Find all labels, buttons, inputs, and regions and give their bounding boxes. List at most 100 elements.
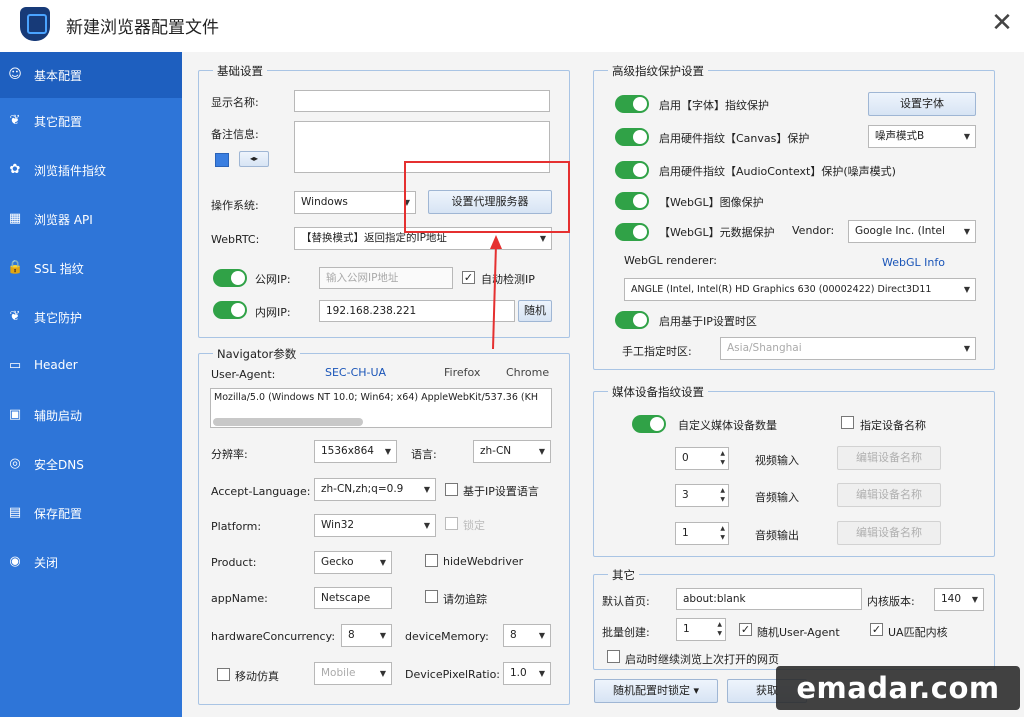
appname-label: appName: (211, 592, 268, 605)
ua-match-checkbox[interactable]: ✓ (870, 623, 883, 636)
user-icon: ☺ (8, 67, 22, 82)
puzzle-icon: ✿ (9, 162, 21, 177)
platform-select[interactable]: Win32 (314, 514, 436, 537)
font-protection-toggle[interactable] (615, 95, 649, 113)
edit-audio-in-name-button[interactable]: 编辑设备名称 (837, 483, 941, 507)
manual-timezone-select[interactable]: Asia/Shanghai (720, 337, 976, 360)
continue-browsing-checkbox[interactable] (607, 650, 620, 663)
platform-checkbox[interactable] (445, 517, 458, 530)
group-title: Navigator参数 (213, 346, 301, 362)
sidebar-item-label: SSL 指纹 (34, 262, 84, 276)
audio-input-label: 音频输入 (755, 491, 799, 504)
webgl-info-link[interactable]: WebGL Info (882, 256, 945, 269)
batch-stepper[interactable]: 1 (676, 618, 726, 641)
shield-icon: ❦ (9, 113, 21, 128)
set-font-button[interactable]: 设置字体 (868, 92, 976, 116)
product-label: Product: (211, 556, 257, 569)
public-ip-input[interactable]: 输入公网IP地址 (319, 267, 453, 289)
lan-ip-input[interactable]: 192.168.238.221 (319, 300, 515, 322)
mobile-emulation-checkbox[interactable] (217, 668, 230, 681)
ip-timezone-toggle[interactable] (615, 311, 649, 329)
sidebar-item-close[interactable]: ◉ 关闭 (0, 539, 182, 585)
chrome-link[interactable]: Chrome (506, 366, 549, 379)
media-group: 媒体设备指纹设置 自定义媒体设备数量 指定设备名称 0 视频输入 编辑设备名称 … (593, 384, 995, 557)
resolution-select[interactable]: 1536x864 (314, 440, 397, 463)
language-select[interactable]: zh-CN (473, 440, 551, 463)
hide-webdriver-checkbox[interactable] (425, 554, 438, 567)
custom-media-toggle[interactable] (632, 415, 666, 433)
ua-match-label: UA匹配内核 (888, 626, 948, 639)
ua-scrollbar[interactable] (213, 418, 363, 426)
accept-language-label: Accept-Language: (211, 485, 311, 498)
canvas-mode-select[interactable]: 噪声模式B (868, 125, 976, 148)
video-input-stepper[interactable]: 0 (675, 447, 729, 470)
accept-language-select[interactable]: zh-CN,zh;q=0.9 (314, 478, 436, 501)
random-ua-checkbox[interactable]: ✓ (739, 623, 752, 636)
homepage-label: 默认首页: (602, 595, 650, 608)
homepage-input[interactable]: about:blank (676, 588, 862, 610)
audio-protection-toggle[interactable] (615, 161, 649, 179)
device-memory-select[interactable]: 8 (503, 624, 551, 647)
dpr-select[interactable]: 1.0 (503, 662, 551, 685)
home-icon[interactable] (215, 153, 229, 167)
audio-output-stepper[interactable]: 1 (675, 522, 729, 545)
kernel-select[interactable]: 140 (934, 588, 984, 611)
sidebar-item-other-config[interactable]: ❦ 其它配置 (0, 98, 182, 144)
sidebar-item-ssl[interactable]: 🔒 SSL 指纹 (0, 245, 182, 291)
header-icon: ▭ (8, 358, 22, 373)
renderer-label: WebGL renderer: (624, 254, 717, 267)
random-lock-label: 随机配置时锁定 (612, 684, 690, 697)
os-select[interactable]: Windows (294, 191, 416, 214)
audio-input-stepper[interactable]: 3 (675, 484, 729, 507)
arrow-buttons[interactable]: ◂▸ (239, 151, 269, 167)
auto-detect-ip-label: 自动检测IP (481, 273, 535, 286)
vendor-label: Vendor: (792, 224, 835, 237)
specify-name-checkbox[interactable] (841, 416, 854, 429)
webgl-meta-toggle[interactable] (615, 223, 649, 241)
hide-webdriver-label: hideWebdriver (443, 555, 524, 568)
webgl-meta-label: 【WebGL】元数据保护 (659, 226, 775, 239)
lan-ip-toggle[interactable] (213, 301, 247, 319)
sidebar-item-plugin-fingerprint[interactable]: ✿ 浏览插件指纹 (0, 147, 182, 193)
sidebar-item-browser-api[interactable]: ▦ 浏览器 API (0, 196, 182, 242)
group-title: 其它 (608, 567, 639, 583)
audio-output-label: 音频输出 (755, 529, 799, 542)
public-ip-toggle[interactable] (213, 269, 247, 287)
dnt-checkbox[interactable] (425, 590, 438, 603)
sidebar-item-other-protection[interactable]: ❦ 其它防护 (0, 294, 182, 340)
edit-audio-out-name-button[interactable]: 编辑设备名称 (837, 521, 941, 545)
edit-video-name-button[interactable]: 编辑设备名称 (837, 446, 941, 470)
sidebar-item-label: 浏览插件指纹 (34, 164, 107, 178)
firefox-link[interactable]: Firefox (444, 366, 480, 379)
hw-concurrency-select[interactable]: 8 (341, 624, 392, 647)
canvas-protection-toggle[interactable] (615, 128, 649, 146)
close-icon[interactable]: ✕ (988, 8, 1016, 38)
mobile-emulation-label: 移动仿真 (235, 670, 279, 683)
appname-input[interactable]: Netscape (314, 587, 392, 609)
api-icon: ▦ (8, 211, 22, 226)
sidebar-item-launch-assist[interactable]: ▣ 辅助启动 (0, 392, 182, 438)
ip-language-checkbox[interactable] (445, 483, 458, 496)
webgl-image-toggle[interactable] (615, 192, 649, 210)
sec-ch-ua-link[interactable]: SEC-CH-UA (325, 366, 386, 379)
device-memory-label: deviceMemory: (405, 630, 489, 643)
sidebar-item-secure-dns[interactable]: ◎ 安全DNS (0, 441, 182, 487)
save-icon: ▤ (8, 505, 22, 520)
window-title: 新建浏览器配置文件 (66, 18, 219, 38)
auto-detect-ip-checkbox[interactable]: ✓ (462, 271, 475, 284)
group-title: 基础设置 (213, 63, 267, 79)
hw-concurrency-label: hardwareConcurrency: (211, 630, 336, 643)
sidebar-item-basic[interactable]: ☺ 基本配置 (0, 52, 182, 98)
batch-label: 批量创建: (602, 626, 650, 639)
mobile-select[interactable]: Mobile (314, 662, 392, 685)
renderer-select[interactable]: ANGLE (Intel, Intel(R) HD Graphics 630 (… (624, 278, 976, 301)
product-select[interactable]: Gecko (314, 551, 392, 574)
ua-label: User-Agent: (211, 368, 276, 381)
sidebar-item-header[interactable]: ▭ Header (0, 343, 182, 389)
sidebar-item-save[interactable]: ▤ 保存配置 (0, 490, 182, 536)
random-ip-button[interactable]: 随机 (518, 300, 552, 322)
display-name-input[interactable] (294, 90, 550, 112)
random-lock-button[interactable]: 随机配置时锁定 ▾ (594, 679, 718, 703)
remark-label: 备注信息: (211, 128, 259, 141)
vendor-select[interactable]: Google Inc. (Intel (848, 220, 976, 243)
